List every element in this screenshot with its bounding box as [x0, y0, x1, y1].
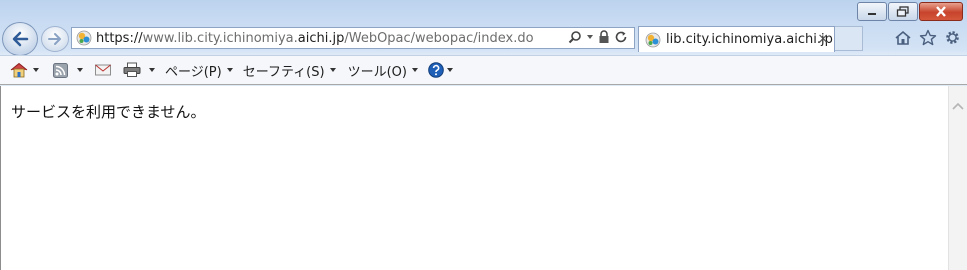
page-menu-dropdown-icon [226, 68, 233, 72]
forward-button[interactable] [41, 26, 69, 52]
refresh-icon[interactable] [615, 30, 628, 44]
scroll-up-arrow-icon[interactable] [952, 102, 964, 110]
url-text[interactable]: https://www.lib.city.ichinomiya.aichi.jp… [96, 31, 534, 46]
help-icon [428, 62, 444, 78]
safety-menu-dropdown-icon [329, 68, 336, 72]
feeds-command[interactable] [53, 58, 83, 82]
help-dropdown-icon [446, 68, 453, 72]
tools-menu[interactable]: ツール(O) [348, 58, 418, 82]
safety-menu-label: セーフティ(S) [242, 64, 325, 80]
tools-menu-label: ツール(O) [347, 64, 407, 80]
page-content: サービスを利用できません。 [0, 86, 948, 270]
address-bar[interactable]: https://www.lib.city.ichinomiya.aichi.jp… [71, 27, 635, 49]
lock-icon[interactable] [598, 30, 610, 44]
home-dropdown-icon[interactable] [33, 68, 39, 72]
minimize-icon [868, 12, 876, 15]
print-command[interactable] [123, 58, 155, 82]
close-button[interactable] [919, 2, 963, 21]
rss-feed-icon [53, 62, 68, 78]
url-host: aichi.jp [297, 30, 345, 46]
search-dropdown-icon[interactable] [587, 35, 593, 39]
home-icon[interactable] [894, 30, 912, 46]
tab-close-icon[interactable]: × [817, 31, 829, 47]
home-color-icon [10, 62, 28, 78]
settings-gear-icon[interactable] [944, 29, 961, 46]
search-icon[interactable] [568, 30, 582, 44]
address-tools [568, 30, 628, 44]
url-prefix: www.lib.city.ichinomiya. [142, 30, 298, 46]
page-menu[interactable]: ページ(P) [165, 58, 233, 82]
print-dropdown-icon[interactable] [149, 68, 155, 72]
tab-title: lib.city.ichinomiya.aichi.jp [666, 32, 833, 47]
url-path: /WebOpac/webopac/index.do [344, 30, 534, 46]
browser-toolbar-icons [894, 29, 961, 46]
vertical-scrollbar[interactable] [948, 86, 967, 270]
back-arrow-icon [12, 31, 29, 47]
tab-favicon-icon [645, 32, 661, 47]
command-bar: ページ(P) セーフティ(S) ツール(O) [0, 55, 967, 85]
close-icon [936, 6, 946, 17]
service-unavailable-message: サービスを利用できません。 [11, 103, 206, 121]
back-button[interactable] [2, 22, 38, 56]
url-scheme: https:// [96, 30, 143, 46]
feeds-dropdown-icon[interactable] [77, 68, 83, 72]
printer-icon [123, 62, 141, 77]
mail-command[interactable] [95, 58, 111, 82]
forward-arrow-icon [48, 33, 61, 45]
site-favicon-icon [76, 30, 92, 46]
tab-active[interactable]: lib.city.ichinomiya.aichi.jp × [638, 26, 835, 52]
page-menu-label: ページ(P) [165, 64, 222, 80]
restore-icon [896, 6, 909, 17]
home-command[interactable] [10, 58, 39, 82]
window-controls [857, 2, 963, 21]
help-menu[interactable] [428, 58, 453, 82]
tools-menu-dropdown-icon [411, 68, 418, 72]
minimize-button[interactable] [857, 2, 887, 21]
mail-icon [95, 64, 111, 76]
safety-menu[interactable]: セーフティ(S) [243, 58, 336, 82]
restore-button[interactable] [888, 2, 918, 21]
favorites-star-icon[interactable] [919, 29, 937, 46]
new-tab-button[interactable] [835, 26, 863, 51]
